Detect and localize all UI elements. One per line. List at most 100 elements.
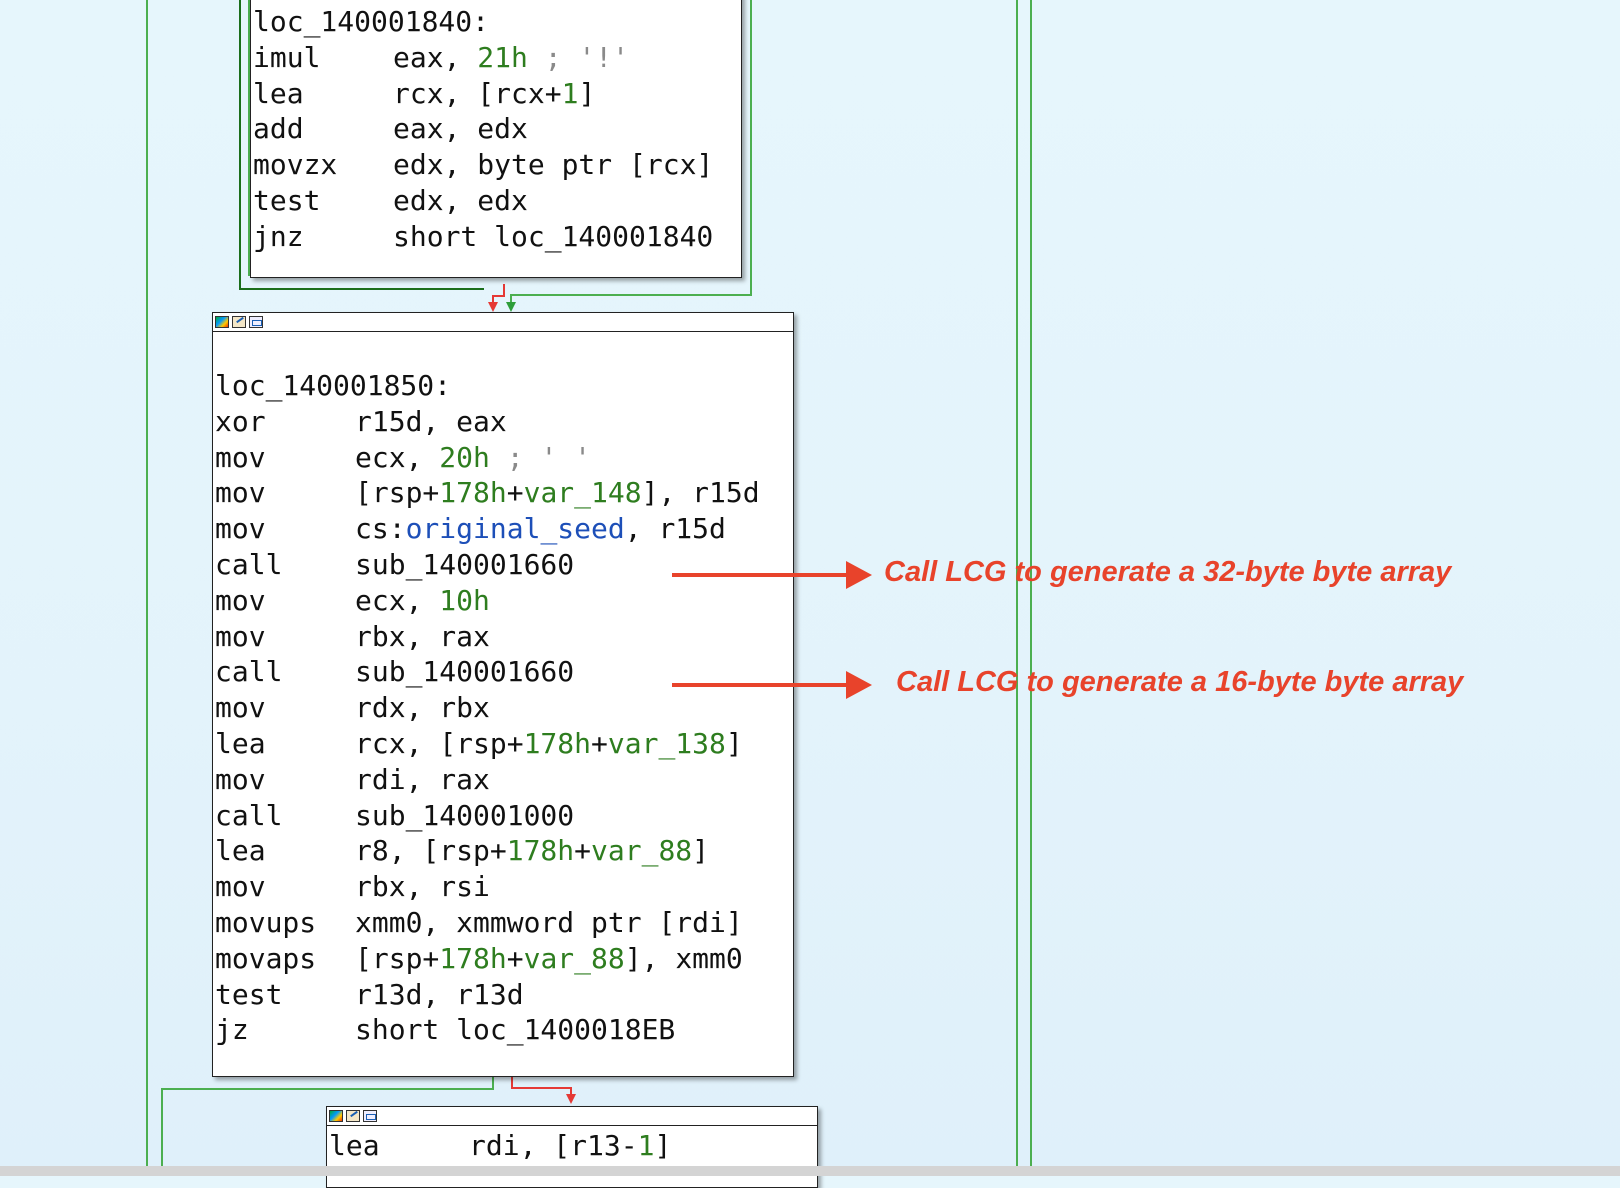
operand-token: edx, edx — [393, 183, 528, 217]
operand-token: 178h — [506, 834, 575, 868]
mnemonic: mov — [215, 691, 266, 725]
mnemonic: mov — [215, 870, 266, 904]
instruction-line[interactable]: mov rbx, rsi — [213, 869, 793, 905]
operand-token: sub_140001660 — [355, 547, 575, 581]
mnemonic: call — [215, 655, 283, 689]
operand-token: 1 — [561, 76, 579, 110]
code-block-loc-140001840[interactable]: loc_140001840: imul eax, 21h ; '!' lea rcx,… — [250, 0, 742, 278]
instruction-line[interactable]: lea rcx, [rcx+1] — [251, 76, 741, 112]
instruction-line[interactable]: add eax, edx — [251, 111, 741, 147]
instruction-line[interactable]: mov ecx, 10h — [213, 583, 793, 619]
instruction-line[interactable]: mov cs:original_seed, r15d — [213, 511, 793, 547]
false-branch-edge-up — [492, 1075, 494, 1090]
operand-token: 1 — [637, 1129, 655, 1162]
instruction-line[interactable]: call sub_140001660 — [213, 547, 793, 583]
annotation-arrow-line-2 — [672, 683, 848, 687]
false-branch-edge-horizontal — [161, 1088, 494, 1090]
mnemonic: lea — [215, 834, 266, 868]
color-palette-icon[interactable] — [215, 316, 229, 328]
red-arrowhead-top — [488, 302, 498, 312]
mnemonic: test — [253, 183, 321, 217]
instruction-line[interactable]: imul eax, 21h ; '!' — [251, 40, 741, 76]
mnemonic: add — [253, 112, 304, 146]
mnemonic: mov — [215, 762, 266, 796]
operand-token: + — [506, 941, 524, 975]
instruction-line[interactable]: lea r8, [rsp+178h+var_88] — [213, 833, 793, 869]
mnemonic: movups — [215, 905, 317, 939]
operand-token: 178h — [523, 726, 592, 760]
operand-token: rdi, [r13- — [469, 1129, 638, 1162]
block-label[interactable]: loc_140001850: — [213, 368, 793, 404]
instruction-line[interactable]: mov [rsp+178h+var_148], r15d — [213, 475, 793, 511]
operand-token: ecx, — [355, 440, 440, 474]
instruction-line[interactable]: jz short loc_1400018EB — [213, 1012, 793, 1048]
block-label[interactable]: loc_140001840: — [251, 4, 741, 40]
operand-token: r13d, r13d — [355, 977, 524, 1011]
operand-token: , r15d — [624, 512, 726, 546]
operand-token: 178h — [439, 941, 507, 975]
mnemonic: mov — [215, 619, 266, 653]
operand-token: rcx, [rsp+ — [355, 726, 524, 760]
operand-token: ] — [654, 1129, 672, 1162]
mnemonic: movaps — [215, 941, 317, 975]
operand-token: ; '!' — [527, 40, 630, 74]
instruction-line[interactable]: lea rdi, [r13-1] — [327, 1128, 817, 1164]
operand-token: var_88 — [523, 941, 625, 975]
operand-token: ] — [692, 834, 710, 868]
mnemonic: call — [215, 547, 283, 581]
instruction-list: imul eax, 21h ; '!' lea rcx, [rcx+1] add eax,… — [251, 40, 741, 255]
annotation-32-byte: Call LCG to generate a 32-byte byte arra… — [884, 556, 1452, 588]
mnemonic: jz — [215, 1013, 249, 1047]
operand-token: + — [591, 726, 608, 760]
edit-icon[interactable] — [346, 1110, 360, 1122]
operand-token: rdx, rbx — [355, 691, 490, 725]
graph-view-icon[interactable] — [363, 1110, 377, 1122]
color-palette-icon[interactable] — [329, 1110, 343, 1122]
false-branch-edge-left — [161, 1088, 163, 1166]
instruction-line[interactable]: mov rdx, rbx — [213, 690, 793, 726]
loop-edge-bottom — [239, 288, 484, 290]
code-block-loc-140001850[interactable]: loc_140001850: xor r15d, eax mov ecx, 20h ;… — [212, 312, 794, 1077]
instruction-line[interactable]: mov rdi, rax — [213, 762, 793, 798]
graph-view-icon[interactable] — [249, 316, 263, 328]
operand-token: [rsp+ — [355, 476, 440, 510]
true-branch-edge-horizontal — [511, 1087, 572, 1089]
operand-token: ], xmm0 — [624, 941, 743, 975]
operand-token: edx, byte ptr [rcx] — [393, 148, 714, 182]
instruction-line[interactable]: mov rbx, rax — [213, 619, 793, 655]
operand-token: + — [574, 834, 592, 868]
top-edge-right — [750, 0, 752, 296]
operand-token: + — [506, 476, 524, 510]
instruction-line[interactable]: lea rcx, [rsp+178h+var_138] — [213, 726, 793, 762]
instruction-line[interactable]: call sub_140001000 — [213, 798, 793, 834]
operand-token: rbx, rsi — [355, 870, 490, 904]
instruction-line[interactable]: mov ecx, 20h ; ' ' — [213, 440, 793, 476]
block-header-toolbar — [327, 1107, 817, 1126]
instruction-line[interactable]: jnz short loc_140001840 — [251, 219, 741, 255]
operand-token: eax, edx — [393, 112, 528, 146]
edit-icon[interactable] — [232, 316, 246, 328]
operand-token: sub_140001660 — [355, 655, 575, 689]
instruction-line[interactable]: xor r15d, eax — [213, 404, 793, 440]
operand-token: cs: — [355, 512, 406, 546]
instruction-line[interactable]: test r13d, r13d — [213, 977, 793, 1013]
annotation-16-byte: Call LCG to generate a 16-byte byte arra… — [896, 666, 1464, 698]
operand-token: ] — [578, 76, 596, 110]
block-header-toolbar — [213, 313, 793, 332]
annotation-arrow-line-1 — [672, 573, 848, 577]
top-edge-right-horizontal — [510, 294, 752, 296]
operand-token: 178h — [439, 476, 507, 510]
loop-edge-left — [239, 0, 241, 290]
operand-token: rcx, [rcx+ — [393, 76, 562, 110]
horizontal-scrollbar[interactable] — [0, 1166, 1620, 1176]
instruction-line[interactable]: movaps [rsp+178h+var_88], xmm0 — [213, 941, 793, 977]
annotation-arrowhead-2 — [846, 671, 872, 699]
operand-token: ; ' ' — [489, 440, 592, 474]
instruction-line[interactable]: movups xmm0, xmmword ptr [rdi] — [213, 905, 793, 941]
mnemonic: jnz — [253, 219, 304, 253]
operand-token: [rsp+ — [355, 941, 440, 975]
instruction-line[interactable]: movzx edx, byte ptr [rcx] — [251, 147, 741, 183]
mnemonic: mov — [215, 440, 266, 474]
instruction-line[interactable]: test edx, edx — [251, 183, 741, 219]
operand-token: original_seed — [405, 512, 625, 546]
